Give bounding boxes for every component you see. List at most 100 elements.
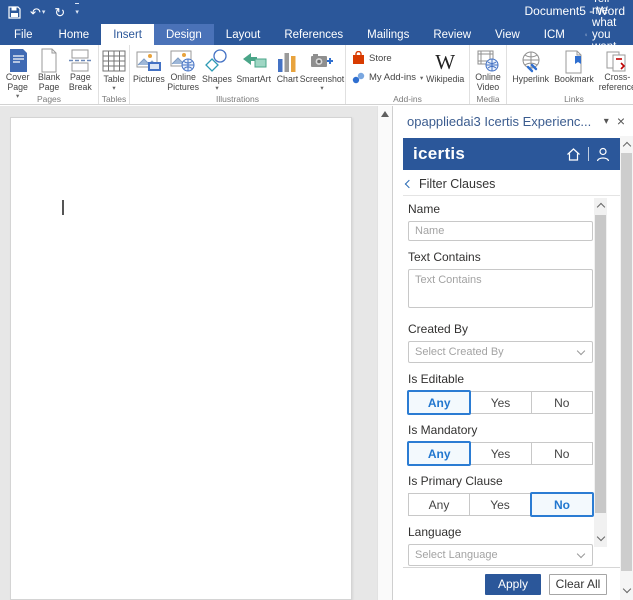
word-window: ↶▾ ↻ ▾ Document5 - Word File Home Insert… <box>0 0 633 600</box>
home-icon[interactable] <box>566 147 581 162</box>
is-primary-clause-no-button[interactable]: No <box>530 492 594 517</box>
tab-design[interactable]: Design <box>154 24 214 45</box>
cover-page-button[interactable]: Cover Page▾ <box>2 46 33 94</box>
chevron-down-icon <box>577 346 585 354</box>
is-mandatory-segment: Any Yes No <box>408 442 593 465</box>
pane-scroll-up-icon[interactable] <box>620 138 633 153</box>
addin-scrollbar-thumb[interactable] <box>595 215 606 513</box>
tab-view[interactable]: View <box>483 24 532 45</box>
save-button[interactable] <box>8 6 21 19</box>
my-addins-button[interactable]: My Add-ins ▾ <box>352 71 423 84</box>
clear-all-button[interactable]: Clear All <box>549 574 607 595</box>
tab-references[interactable]: References <box>272 24 355 45</box>
store-label: Store <box>369 53 392 64</box>
shapes-caret-icon: ▾ <box>215 84 218 92</box>
online-video-label: Online Video <box>475 73 500 92</box>
wikipedia-label: Wikipedia <box>426 75 464 85</box>
pictures-icon <box>136 48 162 75</box>
blank-page-label: Blank Page <box>38 73 60 92</box>
addin-scrollbar[interactable] <box>594 198 607 547</box>
ribbon-group-media-label: Media <box>470 94 506 104</box>
tab-home[interactable]: Home <box>47 24 102 45</box>
created-by-select[interactable]: Select Created By <box>408 341 593 363</box>
table-caret-icon: ▾ <box>112 84 115 92</box>
bookmark-button[interactable]: Bookmark <box>552 46 595 94</box>
online-pictures-button[interactable]: Online Pictures <box>166 46 201 94</box>
chart-icon <box>276 48 298 75</box>
pane-close-icon[interactable]: × <box>615 113 633 129</box>
ribbon-group-illustrations: Pictures Online Pictures Shapes▾ SmartAr… <box>130 45 346 104</box>
table-button[interactable]: Table▾ <box>101 46 127 94</box>
screenshot-button[interactable]: Screenshot▾ <box>301 46 343 94</box>
tab-icm[interactable]: ICM <box>532 24 577 45</box>
addin-scroll-down-icon[interactable] <box>594 531 607 546</box>
redo-button[interactable]: ↻ <box>54 4 65 21</box>
online-video-button[interactable]: Online Video <box>472 46 504 94</box>
pane-options-caret-icon[interactable]: ▾ <box>598 116 615 127</box>
online-pictures-label: Online Pictures <box>167 73 199 92</box>
ribbon-group-addins: Store My Add-ins ▾ W Wikipedia Add-ins <box>346 45 470 104</box>
table-label: Table <box>103 75 124 85</box>
is-mandatory-any-button[interactable]: Any <box>407 441 471 466</box>
header-divider <box>588 147 589 161</box>
is-primary-clause-label: Is Primary Clause <box>408 474 593 488</box>
bookmark-icon <box>564 48 584 75</box>
tab-review[interactable]: Review <box>421 24 483 45</box>
wikipedia-button[interactable]: W Wikipedia <box>423 46 467 94</box>
ribbon-group-links-label: Links <box>507 94 633 104</box>
is-editable-yes-button[interactable]: Yes <box>470 391 531 414</box>
is-primary-clause-any-button[interactable]: Any <box>408 493 470 516</box>
scroll-up-icon[interactable] <box>381 111 389 117</box>
cross-reference-label: Cross- reference <box>599 73 633 92</box>
language-select[interactable]: Select Language <box>408 544 593 566</box>
tab-file[interactable]: File <box>0 24 47 45</box>
icertis-task-pane: opappliedai3 Icertis Experienc... ▾ × ic… <box>392 106 633 600</box>
store-button[interactable]: Store <box>352 51 423 65</box>
pictures-button[interactable]: Pictures <box>132 46 166 94</box>
document-scrollbar[interactable] <box>377 106 392 600</box>
name-input[interactable] <box>408 221 593 241</box>
smartart-icon <box>241 48 267 75</box>
hyperlink-icon <box>519 48 543 75</box>
undo-caret-icon: ▾ <box>42 4 46 21</box>
is-primary-clause-yes-button[interactable]: Yes <box>470 493 531 516</box>
pictures-label: Pictures <box>133 75 165 85</box>
filter-clauses-back[interactable]: Filter Clauses <box>403 172 620 196</box>
undo-button[interactable]: ↶▾ <box>30 4 45 21</box>
tab-layout[interactable]: Layout <box>214 24 273 45</box>
is-editable-no-button[interactable]: No <box>532 391 593 414</box>
hyperlink-button[interactable]: Hyperlink <box>509 46 552 94</box>
document-page[interactable] <box>10 117 352 600</box>
page-break-label: Page Break <box>69 73 92 92</box>
page-break-button[interactable]: Page Break <box>65 46 96 94</box>
chart-button[interactable]: Chart <box>274 46 301 94</box>
filter-form: Name Text Contains Created By Select Cre… <box>403 197 620 567</box>
pane-scroll-down-icon[interactable] <box>620 583 633 598</box>
tab-insert[interactable]: Insert <box>101 24 154 45</box>
blank-page-icon <box>39 48 59 73</box>
customize-qat-button[interactable]: ▾ <box>75 3 79 21</box>
cross-reference-button[interactable]: Cross- reference <box>596 46 633 94</box>
quick-access-toolbar: ↶▾ ↻ ▾ <box>8 3 79 21</box>
shapes-button[interactable]: Shapes▾ <box>201 46 234 94</box>
pane-scrollbar-thumb[interactable] <box>621 153 632 571</box>
tell-me-box[interactable]: Tell me what you want to do... <box>577 24 633 45</box>
text-contains-label: Text Contains <box>408 250 593 264</box>
user-icon[interactable] <box>596 147 610 162</box>
redo-icon: ↻ <box>54 4 65 21</box>
name-label: Name <box>408 202 593 216</box>
addin-scroll-up-icon[interactable] <box>594 199 607 214</box>
hyperlink-label: Hyperlink <box>512 75 549 85</box>
is-editable-any-button[interactable]: Any <box>407 390 471 415</box>
smartart-button[interactable]: SmartArt <box>233 46 274 94</box>
apply-button[interactable]: Apply <box>485 574 541 595</box>
text-contains-input[interactable] <box>408 269 593 308</box>
filter-clauses-label: Filter Clauses <box>419 177 495 191</box>
pane-scrollbar[interactable] <box>620 136 633 600</box>
tab-mailings[interactable]: Mailings <box>355 24 421 45</box>
online-video-icon <box>476 48 500 73</box>
blank-page-button[interactable]: Blank Page <box>33 46 64 94</box>
cross-reference-icon <box>605 48 629 73</box>
is-mandatory-yes-button[interactable]: Yes <box>470 442 531 465</box>
is-mandatory-no-button[interactable]: No <box>532 442 593 465</box>
